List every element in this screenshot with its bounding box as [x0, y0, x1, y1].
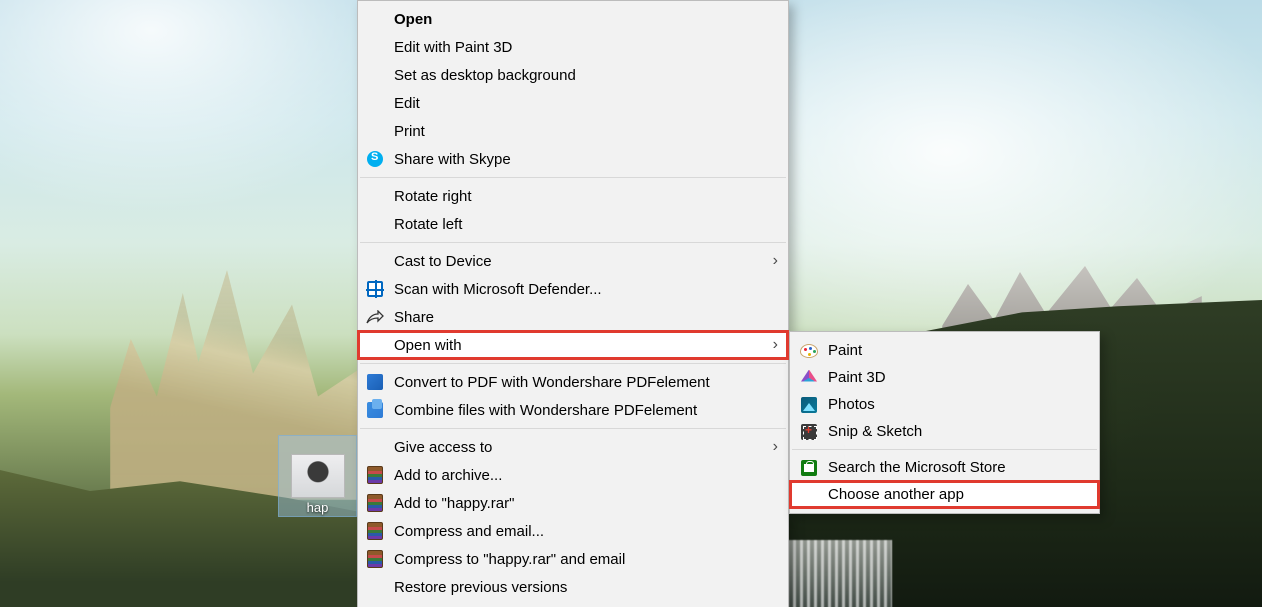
menu-item-restore-previous-versions[interactable]: Restore previous versions	[358, 573, 788, 601]
menu-label: Paint 3D	[828, 369, 1089, 386]
menu-item-edit-paint3d[interactable]: Edit with Paint 3D	[358, 33, 788, 61]
context-menu: Open Edit with Paint 3D Set as desktop b…	[357, 0, 789, 607]
menu-item-print[interactable]: Print	[358, 117, 788, 145]
chevron-right-icon: ›	[773, 252, 778, 270]
menu-item-add-to-named-rar[interactable]: Add to "happy.rar"	[358, 489, 788, 517]
menu-label: Photos	[828, 396, 1089, 413]
chevron-right-icon: ›	[773, 438, 778, 456]
photos-icon	[799, 395, 819, 415]
menu-separator	[792, 449, 1097, 450]
menu-label: Add to "happy.rar"	[394, 495, 778, 512]
menu-label: Convert to PDF with Wondershare PDFeleme…	[394, 374, 778, 391]
menu-item-combine-pdf[interactable]: Combine files with Wondershare PDFelemen…	[358, 396, 788, 424]
menu-label: Paint	[828, 342, 1089, 359]
winrar-icon	[366, 466, 384, 484]
menu-label: Scan with Microsoft Defender...	[394, 281, 778, 298]
menu-item-compress-named-email[interactable]: Compress to "happy.rar" and email	[358, 545, 788, 573]
menu-separator	[360, 363, 786, 364]
menu-label: Set as desktop background	[394, 67, 778, 84]
chevron-right-icon: ›	[773, 336, 778, 354]
pdfelement-icon	[366, 373, 384, 391]
menu-label: Add to archive...	[394, 467, 778, 484]
microsoft-store-icon	[799, 458, 819, 478]
file-thumbnail	[291, 454, 345, 498]
open-with-submenu: Paint Paint 3D Photos Snip & Sketch Sear…	[789, 331, 1100, 514]
desktop-wallpaper: hap Open Edit with Paint 3D Set as deskt…	[0, 0, 1262, 607]
menu-item-scan-defender[interactable]: Scan with Microsoft Defender...	[358, 275, 788, 303]
menu-item-rotate-left[interactable]: Rotate left	[358, 210, 788, 238]
menu-item-rotate-right[interactable]: Rotate right	[358, 182, 788, 210]
menu-label: Edit	[394, 95, 778, 112]
menu-separator	[360, 242, 786, 243]
menu-item-share-skype[interactable]: Share with Skype	[358, 145, 788, 173]
menu-label: Open	[394, 11, 778, 28]
menu-item-set-desktop-background[interactable]: Set as desktop background	[358, 61, 788, 89]
menu-separator	[360, 177, 786, 178]
menu-label: Restore previous versions	[394, 579, 778, 596]
winrar-icon	[366, 494, 384, 512]
menu-label: Compress to "happy.rar" and email	[394, 551, 778, 568]
menu-item-give-access-to[interactable]: Give access to ›	[358, 433, 788, 461]
menu-label: Cast to Device	[394, 253, 773, 270]
paint-icon	[799, 341, 819, 361]
menu-label: Combine files with Wondershare PDFelemen…	[394, 402, 778, 419]
submenu-item-paint[interactable]: Paint	[790, 337, 1099, 364]
menu-label: Share	[394, 309, 778, 326]
menu-label: Edit with Paint 3D	[394, 39, 778, 56]
pdfelement-combine-icon	[366, 401, 384, 419]
winrar-icon	[366, 522, 384, 540]
menu-label: Snip & Sketch	[828, 423, 1089, 440]
menu-item-convert-pdf[interactable]: Convert to PDF with Wondershare PDFeleme…	[358, 368, 788, 396]
winrar-icon	[366, 550, 384, 568]
menu-label: Open with	[394, 337, 773, 354]
menu-label: Rotate left	[394, 216, 778, 233]
menu-item-open[interactable]: Open	[358, 5, 788, 33]
menu-item-edit[interactable]: Edit	[358, 89, 788, 117]
wallpaper-waterfall	[772, 540, 892, 607]
submenu-item-photos[interactable]: Photos	[790, 391, 1099, 418]
menu-item-compress-email[interactable]: Compress and email...	[358, 517, 788, 545]
menu-item-add-to-archive[interactable]: Add to archive...	[358, 461, 788, 489]
menu-label: Print	[394, 123, 778, 140]
menu-label: Give access to	[394, 439, 773, 456]
submenu-item-search-store[interactable]: Search the Microsoft Store	[790, 454, 1099, 481]
menu-item-cast-to-device[interactable]: Cast to Device ›	[358, 247, 788, 275]
menu-label: Compress and email...	[394, 523, 778, 540]
menu-label: Share with Skype	[394, 151, 778, 168]
menu-separator	[360, 428, 786, 429]
submenu-item-snip-sketch[interactable]: Snip & Sketch	[790, 418, 1099, 445]
menu-item-open-with[interactable]: Open with ›	[358, 331, 788, 359]
menu-label: Choose another app	[828, 486, 1089, 503]
menu-item-share[interactable]: Share	[358, 303, 788, 331]
defender-icon	[366, 280, 384, 298]
skype-icon	[366, 150, 384, 168]
submenu-item-paint3d[interactable]: Paint 3D	[790, 364, 1099, 391]
share-icon	[366, 308, 384, 326]
paint3d-icon	[799, 368, 819, 388]
submenu-item-choose-another-app[interactable]: Choose another app	[790, 481, 1099, 508]
desktop-file-icon-selected[interactable]: hap	[278, 435, 357, 517]
menu-label: Search the Microsoft Store	[828, 459, 1089, 476]
menu-label: Rotate right	[394, 188, 778, 205]
snip-sketch-icon	[799, 422, 819, 442]
file-label: hap	[307, 501, 329, 514]
